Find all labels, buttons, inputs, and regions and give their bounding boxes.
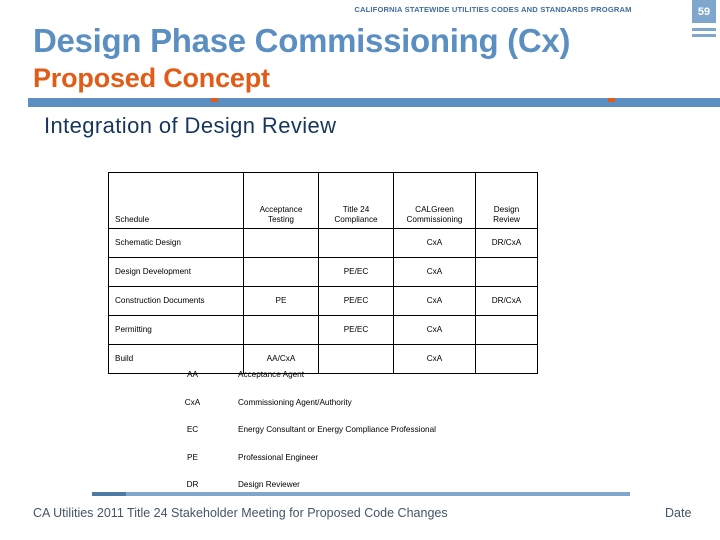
table-row: Permitting PE/EC CxA [108, 315, 538, 345]
legend-definition: Professional Engineer [238, 452, 319, 462]
legend-abbreviation: AA [187, 370, 198, 379]
table-row: Construction Documents PE PE/EC CxA DR/C… [108, 286, 538, 316]
table-header-row: Schedule Acceptance Testing Title 24 Com… [108, 172, 538, 229]
table-row: Design Development PE/EC CxA [108, 257, 538, 287]
section-heading: Integration of Design Review [44, 113, 337, 138]
page-number-badge: 59 [692, 0, 716, 23]
column-header-design-review: Design Review [475, 172, 538, 229]
legend-definition: Design Reviewer [238, 480, 300, 489]
cell-design-review: DR/CxA [475, 286, 538, 316]
cell-schedule: Permitting [108, 315, 244, 345]
legend-definition: Acceptance Agent [238, 370, 305, 379]
column-header-title24-compliance: Title 24 Compliance [318, 172, 394, 229]
design-review-matrix: Schedule Acceptance Testing Title 24 Com… [108, 172, 538, 374]
cell-calgreen: CxA [393, 315, 476, 345]
cell-title24: PE/EC [318, 286, 394, 316]
title-divider-marker [211, 98, 218, 102]
program-title: CALIFORNIA STATEWIDE UTILITIES CODES AND… [354, 5, 632, 14]
cell-calgreen: CxA [393, 228, 476, 258]
cell-design-review: DR/CxA [475, 228, 538, 258]
footer-divider-accent [92, 492, 126, 496]
cell-acceptance-testing [243, 315, 319, 345]
footer-divider [92, 492, 630, 496]
column-header-schedule: Schedule [108, 172, 244, 229]
cell-schedule: Schematic Design [108, 228, 244, 258]
legend-abbreviation: CxA [184, 397, 201, 407]
badge-line [692, 34, 716, 37]
footer-text: CA Utilities 2011 Title 24 Stakeholder M… [33, 506, 448, 520]
cell-title24 [318, 228, 394, 258]
slide: CALIFORNIA STATEWIDE UTILITIES CODES AND… [0, 0, 720, 540]
matrix-header: Schedule Acceptance Testing Title 24 Com… [108, 172, 538, 229]
table-row: Schematic Design CxA DR/CxA [108, 228, 538, 258]
cell-acceptance-testing [243, 257, 319, 287]
cell-schedule: Design Development [108, 257, 244, 287]
list-item: CxA Commissioning Agent/Authority [155, 398, 635, 426]
legend-abbreviation: EC [186, 425, 199, 434]
cell-design-review [475, 315, 538, 345]
matrix-body: Schematic Design CxA DR/CxA Design Devel… [108, 228, 538, 374]
title-divider-marker [608, 98, 615, 102]
list-item: EC Energy Consultant or Energy Complianc… [155, 425, 635, 453]
legend-abbreviation: PE [187, 452, 198, 462]
page-subtitle: Proposed Concept [33, 63, 270, 93]
badge-line [692, 28, 716, 31]
legend-abbreviation: DR [186, 480, 199, 489]
cell-design-review [475, 257, 538, 287]
list-item: PE Professional Engineer [155, 453, 635, 481]
footer-date: Date [665, 506, 692, 520]
cell-schedule: Construction Documents [108, 286, 244, 316]
abbreviation-legend: AA Acceptance Agent CxA Commissioning Ag… [155, 370, 635, 508]
legend-definition: Commissioning Agent/Authority [238, 397, 352, 407]
cell-acceptance-testing [243, 228, 319, 258]
cell-calgreen: CxA [393, 257, 476, 287]
title-divider [28, 98, 720, 107]
page-title: Design Phase Commissioning (Cx) [33, 22, 571, 59]
legend-definition: Energy Consultant or Energy Compliance P… [238, 425, 436, 434]
cell-title24: PE/EC [318, 257, 394, 287]
column-header-acceptance-testing: Acceptance Testing [243, 172, 319, 229]
cell-calgreen: CxA [393, 286, 476, 316]
badge-decoration-lines [692, 28, 716, 40]
cell-acceptance-testing: PE [243, 286, 319, 316]
list-item: AA Acceptance Agent [155, 370, 635, 398]
column-header-calgreen-commissioning: CALGreen Commissioning [393, 172, 476, 229]
cell-title24: PE/EC [318, 315, 394, 345]
